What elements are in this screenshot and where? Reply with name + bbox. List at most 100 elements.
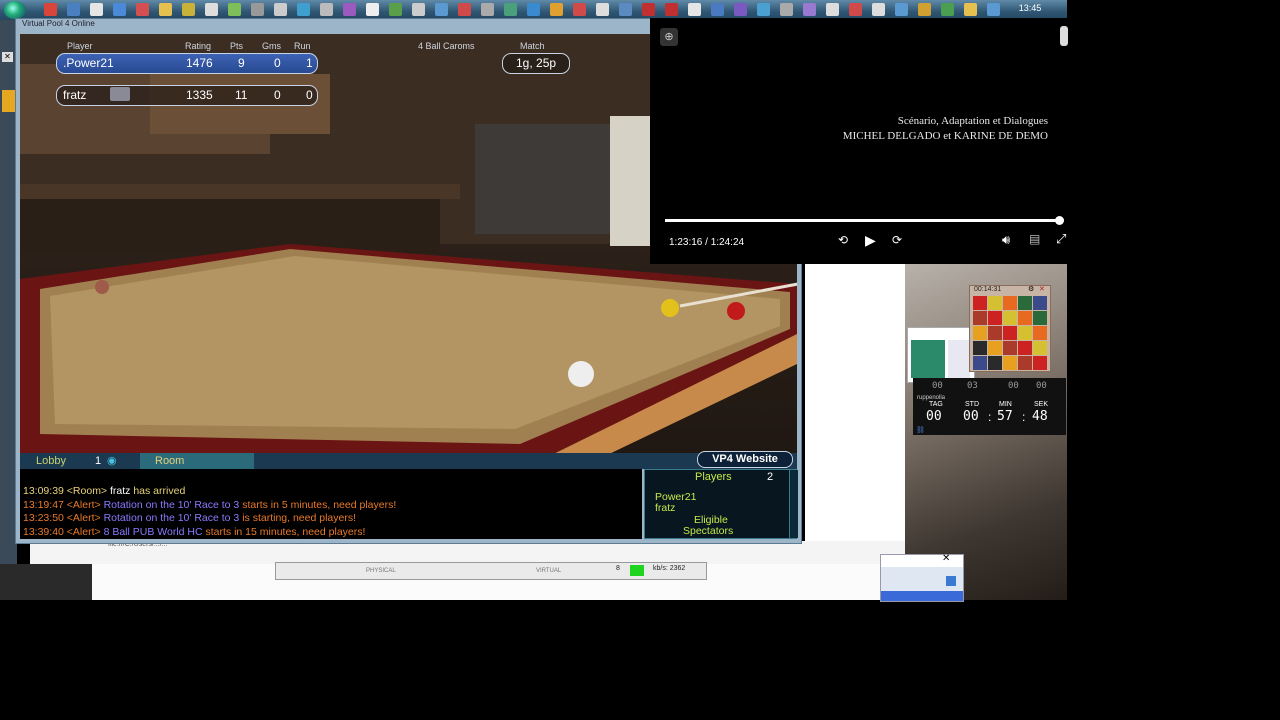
puzzle-tile[interactable] xyxy=(988,341,1002,355)
player-list-item[interactable]: fratz xyxy=(655,502,675,514)
close-icon[interactable]: ✕ xyxy=(942,553,950,564)
puzzle-tile[interactable] xyxy=(973,326,987,340)
puzzle-tile[interactable] xyxy=(1018,356,1032,370)
monitor-icon[interactable] xyxy=(205,3,218,16)
puzzle-tile[interactable] xyxy=(1033,311,1047,325)
puzzle-tile[interactable] xyxy=(1018,296,1032,310)
side-handle[interactable] xyxy=(1060,26,1068,46)
star-icon[interactable] xyxy=(412,3,425,16)
image-icon[interactable] xyxy=(458,3,471,16)
puzzle-tile[interactable] xyxy=(1033,356,1047,370)
forward-icon[interactable]: ⟳ xyxy=(892,233,902,247)
globe-icon[interactable] xyxy=(297,3,310,16)
puzzle-tile[interactable] xyxy=(1018,326,1032,340)
globe-icon[interactable] xyxy=(895,3,908,16)
refresh-icon[interactable] xyxy=(946,576,956,586)
puzzle-tile[interactable] xyxy=(988,326,1002,340)
play-icon[interactable] xyxy=(573,3,586,16)
chart-icon[interactable] xyxy=(435,3,448,16)
gear-icon[interactable] xyxy=(481,3,494,16)
app-icon[interactable] xyxy=(320,3,333,16)
puzzle-tile[interactable] xyxy=(1033,341,1047,355)
edit-icon[interactable] xyxy=(550,3,563,16)
rewind-icon[interactable]: ⟲ xyxy=(838,233,848,247)
play-icon[interactable]: ▶ xyxy=(865,232,876,249)
puzzle-tile[interactable] xyxy=(973,311,987,325)
puzzle-tile[interactable] xyxy=(988,311,1002,325)
app-icon[interactable] xyxy=(987,3,1000,16)
red-ball-far xyxy=(95,280,109,294)
mail-icon[interactable] xyxy=(136,3,149,16)
red-ball xyxy=(727,302,745,320)
chrome-icon[interactable] xyxy=(918,3,931,16)
circle-icon[interactable] xyxy=(803,3,816,16)
folder-icon[interactable] xyxy=(159,3,172,16)
document-icon[interactable] xyxy=(366,3,379,16)
puzzle-tile[interactable] xyxy=(1003,341,1017,355)
puzzle-tile[interactable] xyxy=(1018,311,1032,325)
tab-lobby[interactable]: Lobby 1 ◉ xyxy=(20,453,138,469)
chrome-icon[interactable] xyxy=(941,3,954,16)
folder-icon[interactable] xyxy=(964,3,977,16)
vp4-website-button[interactable]: VP4 Website xyxy=(697,451,793,468)
puzzle-widget[interactable]: 00:14:31 ⚙ ✕ xyxy=(969,285,1051,372)
link-icon[interactable]: ⛓ xyxy=(916,426,925,434)
window-thumbnail[interactable] xyxy=(907,327,975,383)
search-icon[interactable] xyxy=(67,3,80,16)
zoom-icon[interactable]: ⊕ xyxy=(660,28,678,46)
app-icon[interactable] xyxy=(90,3,103,16)
disc-icon[interactable] xyxy=(274,3,287,16)
chat-log[interactable]: 13:09:39 <Room> fratz has arrived 13:19:… xyxy=(20,469,642,539)
puzzle-tile[interactable] xyxy=(1003,311,1017,325)
players-scrollbar[interactable] xyxy=(789,470,798,538)
volume-icon[interactable] xyxy=(826,3,839,16)
map-icon[interactable] xyxy=(504,3,517,16)
app-icon[interactable] xyxy=(780,3,793,16)
close-icon[interactable]: ✕ xyxy=(2,52,13,62)
power-icon[interactable] xyxy=(872,3,885,16)
cloud-icon[interactable] xyxy=(619,3,632,16)
volume-icon[interactable]: 🔊︎ xyxy=(1002,232,1010,248)
app-icon[interactable] xyxy=(711,3,724,16)
puzzle-tile[interactable] xyxy=(988,296,1002,310)
puzzle-tile[interactable] xyxy=(973,341,987,355)
record-icon[interactable] xyxy=(642,3,655,16)
settings-icon[interactable] xyxy=(251,3,264,16)
progress-bar[interactable] xyxy=(665,216,1064,225)
pin-icon[interactable] xyxy=(2,90,15,112)
close-icon[interactable]: ✕ xyxy=(1039,285,1045,293)
player-rating: 1476 xyxy=(186,56,213,70)
start-button[interactable] xyxy=(4,1,26,19)
puzzle-tile[interactable] xyxy=(973,296,987,310)
settings-icon[interactable]: ⚙ xyxy=(1028,285,1034,293)
record-icon[interactable] xyxy=(665,3,678,16)
lobby-count: 1 xyxy=(95,455,102,467)
timer-seconds: 48 xyxy=(1032,409,1048,424)
web-icon[interactable] xyxy=(527,3,540,16)
puzzle-tile[interactable] xyxy=(1033,296,1047,310)
shield-icon[interactable] xyxy=(113,3,126,16)
puzzle-tile[interactable] xyxy=(1003,296,1017,310)
tab-room[interactable]: Room xyxy=(140,453,254,469)
fullscreen-icon[interactable]: ⤢ xyxy=(1056,231,1066,247)
progress-handle[interactable] xyxy=(1054,216,1064,225)
puzzle-tile[interactable] xyxy=(1033,326,1047,340)
browser-icon[interactable] xyxy=(44,3,57,16)
media-icon[interactable] xyxy=(343,3,356,16)
cursor-icon[interactable] xyxy=(688,3,701,16)
leaf-icon[interactable] xyxy=(389,3,402,16)
video-player[interactable]: ⊕ Scénario, Adaptation et Dialogues MICH… xyxy=(650,18,1068,264)
sync-icon[interactable] xyxy=(596,3,609,16)
puzzle-tile[interactable] xyxy=(1018,341,1032,355)
puzzle-tile[interactable] xyxy=(1003,326,1017,340)
puzzle-tile[interactable] xyxy=(973,356,987,370)
network-icon[interactable] xyxy=(228,3,241,16)
captions-icon[interactable]: ▤ xyxy=(1029,232,1040,246)
puzzle-tile[interactable] xyxy=(1003,356,1017,370)
chat-icon[interactable] xyxy=(734,3,747,16)
puzzle-grid[interactable] xyxy=(973,296,1047,370)
puzzle-tile[interactable] xyxy=(988,356,1002,370)
check-icon[interactable] xyxy=(757,3,770,16)
flag-icon[interactable] xyxy=(849,3,862,16)
key-icon[interactable] xyxy=(182,3,195,16)
